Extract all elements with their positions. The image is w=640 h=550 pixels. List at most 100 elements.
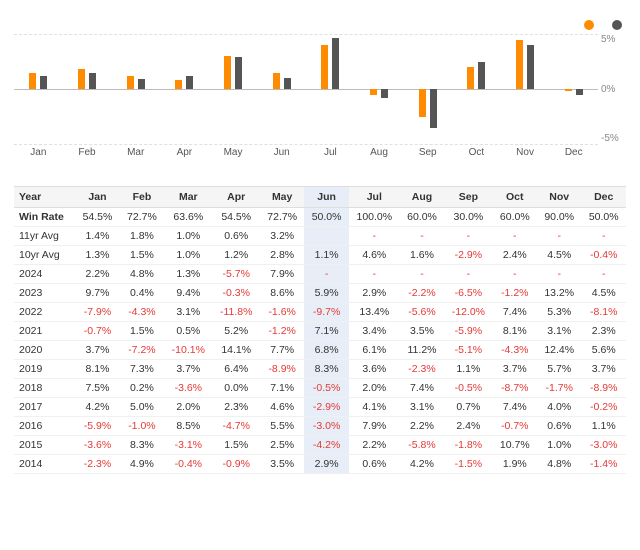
data-cell: -8.1% (581, 303, 626, 322)
data-cell: 3.5% (400, 322, 444, 341)
data-cell: 8.1% (75, 360, 119, 379)
data-cell: 60.0% (400, 208, 444, 227)
table-row: 2015-3.6%8.3%-3.1%1.5%2.5%-4.2%2.2%-5.8%… (14, 436, 626, 455)
year-cell: 2024 (14, 265, 75, 284)
data-cell: 3.7% (581, 360, 626, 379)
data-cell: - (444, 265, 492, 284)
data-cell: 7.4% (493, 303, 537, 322)
col-header-jan: Jan (75, 187, 119, 208)
chart-area: 5% 0% -5% JanFebMarAprMayJunJulAugSepOct… (14, 34, 626, 174)
data-cell: -12.0% (444, 303, 492, 322)
col-header-sep: Sep (444, 187, 492, 208)
year-cell: 2023 (14, 284, 75, 303)
data-cell: -0.5% (444, 379, 492, 398)
col-header-jun: Jun (304, 187, 348, 208)
data-cell: 1.5% (120, 246, 164, 265)
data-cell: -1.4% (581, 455, 626, 474)
data-cell: 4.1% (349, 398, 400, 417)
y-label-mid: 0% (601, 84, 626, 95)
table-row: 2022-7.9%-4.3%3.1%-11.8%-1.6%-9.7%13.4%-… (14, 303, 626, 322)
seasonality-table: YearJanFebMarAprMayJunJulAugSepOctNovDec… (14, 186, 626, 474)
year-cell: 11yr Avg (14, 227, 75, 246)
x-axis-label: Jun (257, 147, 306, 158)
data-cell: 4.8% (120, 265, 164, 284)
median-bar (321, 45, 328, 89)
x-axis-label: Aug (355, 147, 404, 158)
data-cell: 13.2% (537, 284, 581, 303)
data-cell: -1.0% (120, 417, 164, 436)
data-cell: -2.3% (75, 455, 119, 474)
median-dot (584, 20, 594, 30)
mean-bar (430, 89, 437, 128)
data-cell: 72.7% (120, 208, 164, 227)
year-cell: Win Rate (14, 208, 75, 227)
data-cell: -3.1% (164, 436, 212, 455)
data-cell: 4.2% (400, 455, 444, 474)
data-cell: 0.0% (212, 379, 259, 398)
legend-mean (612, 20, 626, 30)
mean-bar (527, 45, 534, 89)
data-cell: 50.0% (304, 208, 348, 227)
data-cell: 1.6% (400, 246, 444, 265)
data-cell: 0.6% (212, 227, 259, 246)
data-cell: -1.8% (444, 436, 492, 455)
data-cell: 2.5% (260, 436, 304, 455)
data-cell: -0.4% (581, 246, 626, 265)
data-cell: 3.2% (260, 227, 304, 246)
mean-bar (186, 76, 193, 89)
data-cell: 0.7% (444, 398, 492, 417)
data-cell: 30.0% (444, 208, 492, 227)
data-cell: -2.9% (304, 398, 348, 417)
data-cell: 2.4% (444, 417, 492, 436)
data-cell: 50.0% (581, 208, 626, 227)
table-row: 20187.5%0.2%-3.6%0.0%7.1%-0.5%2.0%7.4%-0… (14, 379, 626, 398)
data-cell: -1.5% (444, 455, 492, 474)
data-cell: 7.1% (260, 379, 304, 398)
data-cell: 7.9% (260, 265, 304, 284)
data-cell: 6.4% (212, 360, 259, 379)
data-cell: 5.7% (537, 360, 581, 379)
data-cell: 4.9% (120, 455, 164, 474)
data-cell: - (537, 227, 581, 246)
year-cell: 2017 (14, 398, 75, 417)
col-header-oct: Oct (493, 187, 537, 208)
data-cell: 12.4% (537, 341, 581, 360)
data-cell: -3.0% (581, 436, 626, 455)
data-cell: 1.3% (75, 246, 119, 265)
data-cell: 4.0% (537, 398, 581, 417)
data-cell: - (400, 265, 444, 284)
data-cell: 54.5% (75, 208, 119, 227)
data-cell: -4.7% (212, 417, 259, 436)
data-cell: 4.8% (537, 455, 581, 474)
data-cell: -5.6% (400, 303, 444, 322)
data-cell: -5.8% (400, 436, 444, 455)
data-cell: 0.5% (164, 322, 212, 341)
x-axis-label: Dec (549, 147, 598, 158)
data-cell: 2.4% (493, 246, 537, 265)
col-header-may: May (260, 187, 304, 208)
data-cell: 1.0% (164, 246, 212, 265)
col-header-dec: Dec (581, 187, 626, 208)
data-cell: 8.5% (164, 417, 212, 436)
x-axis-label: Jan (14, 147, 63, 158)
data-table-container: YearJanFebMarAprMayJunJulAugSepOctNovDec… (14, 186, 626, 474)
data-cell: -8.9% (581, 379, 626, 398)
grid-line (14, 144, 598, 145)
data-cell: 9.4% (164, 284, 212, 303)
col-header-jul: Jul (349, 187, 400, 208)
table-header: YearJanFebMarAprMayJunJulAugSepOctNovDec (14, 187, 626, 208)
data-cell: 63.6% (164, 208, 212, 227)
mean-bar (478, 62, 485, 90)
data-cell: 0.6% (349, 455, 400, 474)
x-axis-label: Feb (63, 147, 112, 158)
data-cell: -8.7% (493, 379, 537, 398)
x-axis: JanFebMarAprMayJunJulAugSepOctNovDec (14, 147, 626, 158)
data-cell: 90.0% (537, 208, 581, 227)
data-cell: 4.6% (260, 398, 304, 417)
median-bar (467, 67, 474, 89)
data-cell: 60.0% (493, 208, 537, 227)
data-cell: -8.9% (260, 360, 304, 379)
data-cell: -2.2% (400, 284, 444, 303)
data-cell: - (349, 227, 400, 246)
data-cell: 7.3% (120, 360, 164, 379)
